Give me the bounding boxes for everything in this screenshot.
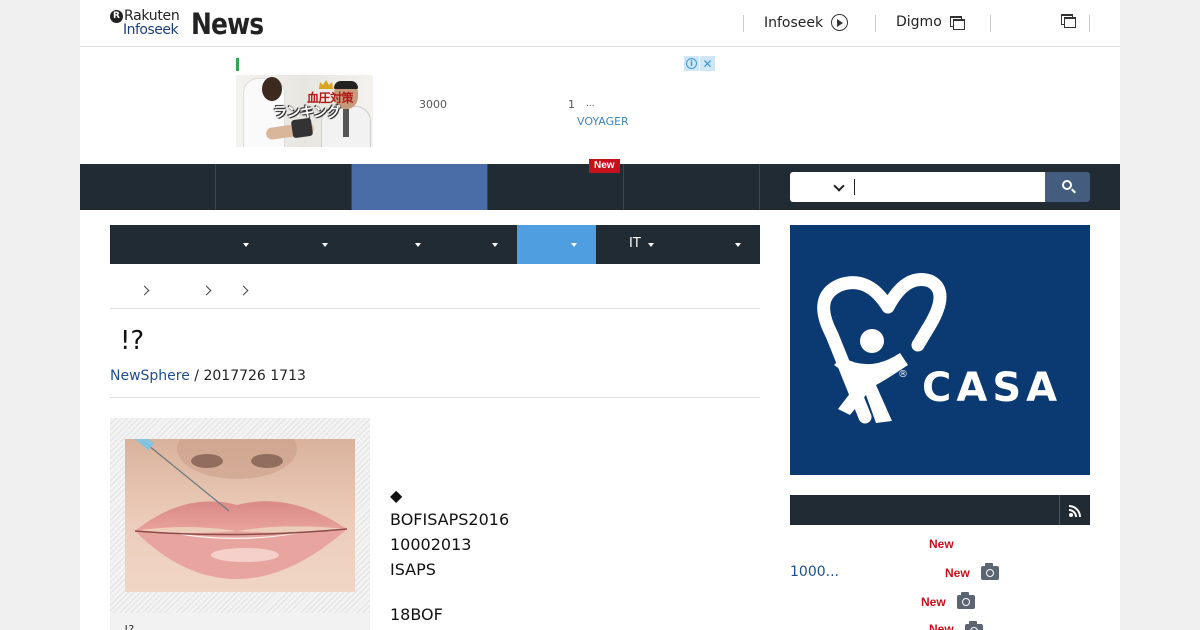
category-item-active[interactable] <box>517 225 596 264</box>
article-paragraph: ISAPS <box>390 560 436 579</box>
header-divider <box>875 15 876 32</box>
infoseek-link-label: Infoseek <box>764 14 824 31</box>
new-badge: New <box>929 622 954 630</box>
category-item[interactable] <box>255 225 334 264</box>
nav-new-badge: New <box>589 159 620 173</box>
category-bar: IT <box>110 225 760 264</box>
ad-marker <box>236 58 239 71</box>
nav-tab-active[interactable] <box>352 164 488 210</box>
divider <box>110 308 760 309</box>
new-badge: New <box>921 595 946 609</box>
ad-image[interactable]: 血圧対策 ランキング <box>236 75 373 147</box>
crown-icon <box>319 80 333 89</box>
article-source-link[interactable]: NewSphere <box>110 368 190 384</box>
camera-icon <box>965 621 983 630</box>
infoseek-link[interactable]: Infoseek <box>764 14 849 31</box>
rakuten-infoseek-news-logo[interactable]: R Rakuten Infoseek News <box>110 7 265 41</box>
ad-image-title-2: ランキング <box>273 105 341 121</box>
article-paragraph: 18BOF <box>390 605 443 624</box>
nav-tab[interactable] <box>624 164 760 210</box>
category-item[interactable] <box>427 225 498 264</box>
casa-brand-text: CASA <box>922 365 1063 411</box>
logo-news: News <box>191 7 264 41</box>
external-link[interactable] <box>1053 14 1076 28</box>
header-divider <box>743 15 744 32</box>
ranking-item-link[interactable]: 1000... <box>790 564 839 580</box>
category-label: IT <box>629 236 641 251</box>
category-item[interactable] <box>675 225 760 264</box>
article-image-caption: !? <box>110 613 370 630</box>
nav-tab[interactable] <box>216 164 352 210</box>
ad-close-button[interactable]: ✕ <box>700 56 715 71</box>
new-badge: New <box>945 566 970 580</box>
article-title: !? <box>120 326 145 356</box>
info-icon: i <box>686 58 697 69</box>
rss-icon-dot <box>1069 513 1073 517</box>
search-input[interactable] <box>790 172 1045 202</box>
category-item-it[interactable]: IT <box>596 225 675 264</box>
casa-sidebar-ad[interactable]: ® CASA <box>790 225 1090 475</box>
digmo-link[interactable]: Digmo <box>896 14 965 30</box>
banner-ad[interactable]: 血圧対策 ランキング 3000 1 ... VOYAGER i ✕ <box>235 56 715 148</box>
dropdown-arrow-icon <box>735 243 741 247</box>
article-date: / 2017726 1713 <box>189 368 306 384</box>
ad-text[interactable]: 3000 <box>419 98 447 111</box>
logo-infoseek: Infoseek <box>123 22 179 38</box>
ranking-header <box>790 495 1090 525</box>
divider <box>110 397 760 398</box>
circle-arrow-icon <box>831 14 849 31</box>
new-window-icon <box>1061 14 1076 28</box>
dropdown-arrow-icon <box>571 243 577 247</box>
rakuten-badge-icon: R <box>110 10 123 23</box>
search-button[interactable] <box>1045 172 1090 202</box>
camera-icon <box>981 563 999 580</box>
ad-text[interactable]: 1 <box>568 98 575 111</box>
page: R Rakuten Infoseek News Infoseek Digmo 血… <box>80 0 1120 630</box>
dropdown-arrow-icon <box>492 243 498 247</box>
close-icon: ✕ <box>702 56 713 71</box>
caption-text: !? <box>124 623 135 630</box>
header-divider <box>1089 15 1090 32</box>
text-caret <box>854 179 855 195</box>
ad-text-ellipsis: ... <box>586 99 595 109</box>
article-meta: NewSphere / 2017726 1713 <box>110 368 306 384</box>
site-header: R Rakuten Infoseek News Infoseek Digmo <box>80 0 1120 47</box>
nav-tab[interactable] <box>80 164 216 210</box>
article-paragraph: BOFISAPS2016 <box>390 510 510 529</box>
breadcrumb-chevron-icon <box>201 285 212 296</box>
dropdown-arrow-icon <box>322 243 328 247</box>
header-divider <box>990 15 991 32</box>
new-window-icon <box>949 16 965 30</box>
search-icon <box>1062 180 1072 190</box>
category-item[interactable] <box>110 225 255 264</box>
article-paragraph: ◆ <box>390 486 403 505</box>
camera-icon <box>957 592 975 609</box>
ad-sponsor[interactable]: VOYAGER <box>577 115 629 128</box>
main-nav: New <box>80 159 1120 210</box>
ad-info-button[interactable]: i <box>684 56 699 71</box>
casa-logo-icon <box>817 273 947 424</box>
article-paragraph: 10002013 <box>390 535 472 554</box>
registered-mark: ® <box>898 369 908 380</box>
digmo-link-label: Digmo <box>896 14 942 30</box>
dropdown-arrow-icon <box>243 243 249 247</box>
breadcrumb-chevron-icon <box>139 285 150 296</box>
chevron-down-icon[interactable] <box>833 180 845 192</box>
article-image[interactable] <box>125 439 355 592</box>
category-item[interactable] <box>334 225 427 264</box>
dropdown-arrow-icon <box>415 243 421 247</box>
breadcrumb-chevron-icon <box>238 285 249 296</box>
new-badge: New <box>929 537 954 551</box>
dropdown-arrow-icon <box>648 243 654 247</box>
rss-button[interactable] <box>1059 495 1090 525</box>
